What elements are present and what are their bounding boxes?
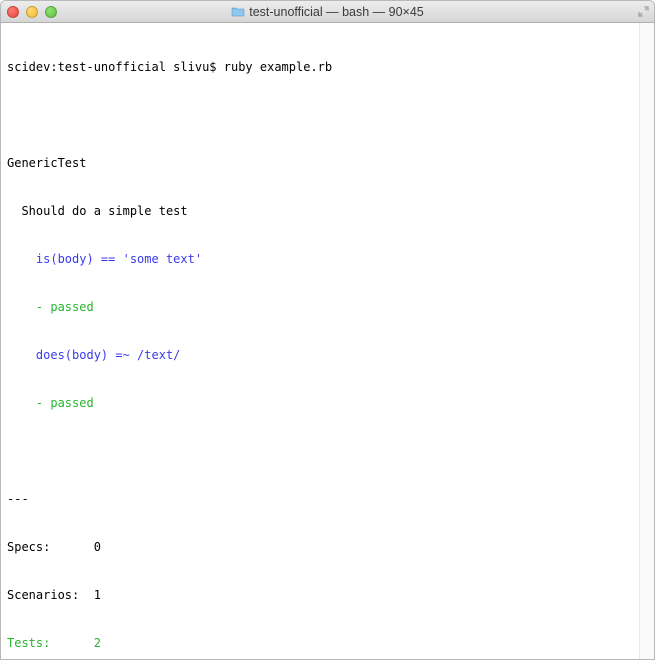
traffic-lights (7, 6, 57, 18)
window-title-text: test-unofficial — bash — 90×45 (249, 5, 424, 19)
folder-icon (231, 6, 245, 17)
window-title: test-unofficial — bash — 90×45 (1, 5, 654, 19)
tests-label: Tests: (7, 636, 94, 650)
prompt-text: scidev:test-unofficial slivu$ (7, 60, 224, 74)
scenarios-value: 1 (94, 588, 101, 602)
output-should: Should do a simple test (7, 203, 632, 219)
tests-value: 2 (94, 636, 101, 650)
minimize-button[interactable] (26, 6, 38, 18)
output-scenarios: Scenarios: 1 (7, 587, 632, 603)
scrollbar[interactable] (639, 23, 654, 659)
close-button[interactable] (7, 6, 19, 18)
output-passed: - passed (7, 395, 632, 411)
terminal-body[interactable]: scidev:test-unofficial slivu$ ruby examp… (1, 23, 654, 659)
output-specs: Specs: 0 (7, 539, 632, 555)
titlebar[interactable]: test-unofficial — bash — 90×45 (1, 1, 654, 23)
maximize-button[interactable] (45, 6, 57, 18)
output-header: GenericTest (7, 155, 632, 171)
terminal-content: scidev:test-unofficial slivu$ ruby examp… (7, 27, 632, 659)
output-tests: Tests: 2 (7, 635, 632, 651)
expand-icon[interactable] (637, 5, 650, 18)
specs-value: 0 (94, 540, 101, 554)
output-dashes: --- (7, 491, 632, 507)
output-is-line: is(body) == 'some text' (7, 251, 632, 267)
specs-label: Specs: (7, 540, 94, 554)
command-text: ruby example.rb (224, 60, 332, 74)
output-passed: - passed (7, 299, 632, 315)
prompt-line: scidev:test-unofficial slivu$ ruby examp… (7, 59, 632, 75)
output-does-line: does(body) =~ /text/ (7, 347, 632, 363)
output-line (7, 443, 632, 459)
scenarios-label: Scenarios: (7, 588, 94, 602)
terminal-window: test-unofficial — bash — 90×45 scidev:te… (0, 0, 655, 660)
output-line (7, 107, 632, 123)
